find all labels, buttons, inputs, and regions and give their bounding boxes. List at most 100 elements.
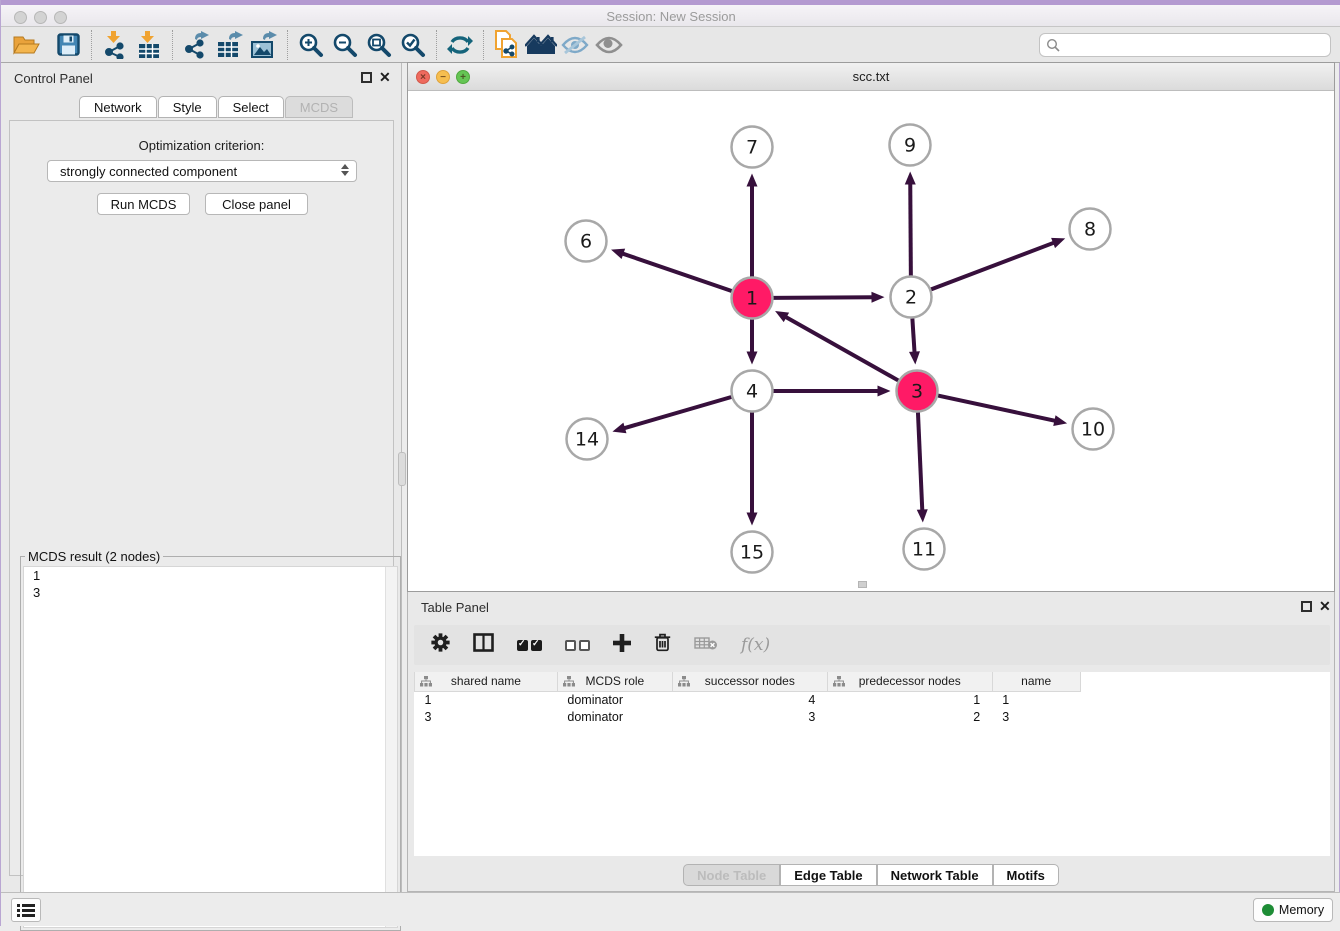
tab-node-table[interactable]: Node Table [683, 864, 780, 886]
graph-edge-3-11[interactable] [918, 412, 922, 511]
table-cell[interactable]: 1 [827, 691, 992, 708]
graph-node-label: 10 [1081, 419, 1105, 441]
list-icon [17, 903, 35, 918]
graph-edge-arrowhead [612, 423, 626, 434]
trash-icon [654, 633, 671, 652]
mcds-panel: Optimization criterion: strongly connect… [9, 120, 394, 876]
mcds-result-list[interactable]: 13 [23, 566, 398, 928]
graph-edge-1-6[interactable] [621, 253, 731, 291]
delete-table-icon [694, 635, 718, 651]
graph-edge-arrowhead [878, 386, 891, 397]
result-line: 1 [24, 567, 397, 584]
column-tree-icon [678, 676, 690, 687]
table-cell[interactable]: 4 [672, 691, 827, 708]
mcds-result-lines: 13 [24, 567, 397, 601]
zoom-fit-button[interactable] [362, 30, 396, 60]
graph-edge-1-2[interactable] [773, 297, 873, 298]
graph-edge-2-8[interactable] [931, 242, 1055, 289]
table-float-icon[interactable] [1301, 601, 1312, 612]
table-row[interactable]: 3dominator323 [415, 708, 1331, 725]
network-graph[interactable]: 7968124314101511 [408, 91, 1336, 593]
checked-box-icon [517, 640, 528, 651]
table-panel: Table Panel ✕ [407, 592, 1335, 892]
memory-button[interactable]: Memory [1253, 898, 1333, 922]
tab-edge-table[interactable]: Edge Table [780, 864, 876, 886]
tab-mcds[interactable]: MCDS [285, 96, 353, 118]
tab-network-table[interactable]: Network Table [877, 864, 993, 886]
table-cell[interactable]: dominator [557, 708, 672, 725]
delete-table-button[interactable] [694, 635, 718, 656]
column-header-filler [1080, 672, 1330, 691]
table-settings-button[interactable] [431, 633, 450, 657]
search-field[interactable] [1039, 33, 1331, 57]
network-hscroll-thumb[interactable] [858, 581, 867, 588]
panel-splitter-handle[interactable] [398, 452, 406, 486]
show-all-button[interactable] [592, 30, 626, 60]
table-cell[interactable]: 3 [672, 708, 827, 725]
mcds-result-title: MCDS result (2 nodes) [25, 549, 163, 564]
import-network-button[interactable] [98, 30, 132, 60]
table-cell-filler [1080, 691, 1330, 708]
criterion-dropdown[interactable]: strongly connected component [47, 160, 357, 182]
tab-network[interactable]: Network [79, 96, 157, 118]
zoom-selected-button[interactable] [396, 30, 430, 60]
save-floppy-icon [57, 33, 80, 56]
graph-edge-arrowhead [917, 509, 928, 522]
import-table-button[interactable] [132, 30, 166, 60]
tab-style[interactable]: Style [158, 96, 217, 118]
function-builder-button[interactable]: f(x) [741, 635, 770, 655]
graph-edge-2-9[interactable] [910, 182, 911, 275]
delete-column-button[interactable] [654, 633, 671, 657]
tab-select[interactable]: Select [218, 96, 284, 118]
table-cell[interactable]: dominator [557, 691, 672, 708]
refresh-view-button[interactable] [443, 30, 477, 60]
run-mcds-button[interactable]: Run MCDS [97, 193, 190, 215]
status-bar: Memory [1, 892, 1340, 926]
table-close-icon[interactable]: ✕ [1319, 599, 1331, 613]
search-icon [1046, 38, 1060, 52]
open-file-button[interactable] [9, 30, 43, 60]
column-header[interactable]: shared name [415, 672, 558, 691]
duplicate-network-button[interactable] [490, 30, 524, 60]
graph-edge-3-10[interactable] [938, 396, 1056, 422]
tab-motifs[interactable]: Motifs [993, 864, 1059, 886]
export-table-button[interactable] [213, 30, 247, 60]
hide-selected-button[interactable] [558, 30, 592, 60]
select-all-button[interactable] [517, 640, 542, 651]
result-scrollbar[interactable] [385, 567, 397, 927]
graph-edge-4-14[interactable] [623, 397, 731, 429]
refresh-icon [447, 33, 473, 57]
export-network-button[interactable] [179, 30, 213, 60]
graph-edge-arrowhead [1051, 238, 1065, 248]
graph-node-label: 2 [905, 287, 917, 309]
column-header[interactable]: predecessor nodes [827, 672, 992, 691]
export-image-button[interactable] [247, 30, 281, 60]
float-panel-icon[interactable] [361, 72, 372, 83]
deselect-all-button[interactable] [565, 640, 590, 651]
column-header[interactable]: successor nodes [672, 672, 827, 691]
table-cell[interactable]: 1 [992, 691, 1080, 708]
table-cell[interactable]: 3 [992, 708, 1080, 725]
graph-node-label: 8 [1084, 219, 1096, 241]
checked-box-icon [531, 640, 542, 651]
table-cell[interactable]: 2 [827, 708, 992, 725]
add-column-button[interactable] [613, 634, 631, 657]
column-header[interactable]: name [992, 672, 1080, 691]
show-columns-button[interactable] [473, 633, 494, 657]
graph-edge-2-3[interactable] [912, 318, 914, 353]
close-panel-button[interactable]: Close panel [205, 193, 308, 215]
graph-edge-3-1[interactable] [785, 316, 899, 380]
table-cell[interactable]: 1 [415, 691, 558, 708]
save-session-button[interactable] [51, 30, 85, 60]
search-input[interactable] [1060, 38, 1330, 52]
column-header[interactable]: MCDS role [557, 672, 672, 691]
close-panel-icon[interactable]: ✕ [379, 70, 391, 84]
graph-edge-arrowhead [871, 292, 884, 303]
table-cell[interactable]: 3 [415, 708, 558, 725]
zoom-in-button[interactable] [294, 30, 328, 60]
first-neighbors-button[interactable] [524, 30, 558, 60]
table-row[interactable]: 1dominator411 [415, 691, 1331, 708]
graph-node-label: 7 [746, 137, 758, 159]
zoom-out-button[interactable] [328, 30, 362, 60]
task-history-button[interactable] [11, 898, 41, 922]
